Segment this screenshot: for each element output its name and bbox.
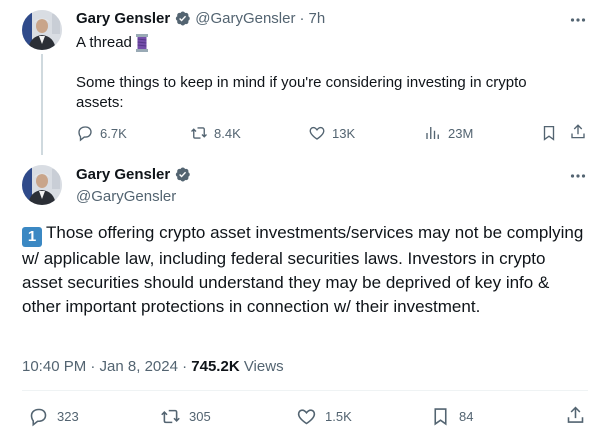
like-button[interactable]: 1.5K	[296, 406, 352, 427]
repost-icon	[191, 127, 207, 139]
bookmark-icon	[434, 408, 447, 426]
bookmark-count: 84	[459, 409, 474, 424]
views-label: Views	[243, 358, 284, 375]
share-icon	[571, 124, 585, 139]
author-handle[interactable]: @GaryGensler	[195, 10, 295, 27]
view-count: 745.2K	[191, 358, 240, 375]
keycap-one-emoji: 1	[22, 227, 42, 247]
verified-badge-icon	[174, 166, 191, 183]
reply-button[interactable]: 6.7K	[76, 124, 127, 142]
views-count: 23M	[448, 125, 474, 141]
tweet2-body: 1 Those offering crypto asset investments…	[22, 221, 588, 319]
reply-count: 323	[57, 409, 79, 424]
tweet2-text: Those offering crypto asset investments/…	[22, 223, 584, 316]
thread-connector-line	[41, 54, 43, 155]
avatar[interactable]	[22, 10, 62, 50]
like-count: 1.5K	[325, 409, 352, 424]
avatar[interactable]	[22, 165, 62, 205]
tweet1-line1-text: A thread	[76, 34, 132, 51]
bookmark-icon	[543, 125, 555, 141]
views-icon	[426, 127, 439, 139]
reply-icon	[30, 408, 47, 427]
repost-icon	[161, 409, 180, 424]
verified-badge-icon	[174, 10, 191, 27]
like-icon	[297, 409, 316, 425]
like-icon	[309, 126, 325, 140]
separator-dot: ·	[299, 10, 305, 27]
author-handle[interactable]: @GaryGensler	[76, 188, 176, 205]
reply-count: 6.7K	[100, 125, 127, 141]
tweet2-header: Gary Gensler	[76, 166, 191, 183]
reply-icon	[78, 126, 92, 142]
repost-count: 305	[189, 409, 211, 424]
author-name[interactable]: Gary Gensler	[76, 166, 170, 183]
more-icon[interactable]	[569, 11, 587, 34]
divider	[22, 390, 588, 391]
like-button[interactable]: 13K	[308, 124, 355, 142]
views-button[interactable]: 23M	[424, 124, 473, 142]
share-button[interactable]	[569, 123, 587, 141]
bookmark-button[interactable]: 84	[430, 406, 473, 427]
thread-spool-emoji	[135, 34, 148, 52]
repost-button[interactable]: 8.4K	[190, 124, 241, 142]
tweet1-line1: A thread	[76, 33, 148, 53]
reply-button[interactable]: 323	[28, 406, 79, 427]
more-icon[interactable]	[569, 167, 587, 190]
share-button[interactable]	[565, 405, 586, 426]
bookmark-button[interactable]	[540, 124, 558, 142]
share-icon	[567, 406, 584, 423]
tweet2-meta: 10:40 PM · Jan 8, 2024 · 745.2K Views	[22, 358, 284, 375]
like-count: 13K	[332, 125, 356, 141]
repost-count: 8.4K	[214, 125, 241, 141]
author-name[interactable]: Gary Gensler	[76, 10, 170, 27]
tweet1-header: Gary Gensler @GaryGensler · 7h	[76, 10, 325, 27]
timestamp[interactable]: 10:40 PM · Jan 8, 2024 ·	[22, 358, 187, 375]
repost-button[interactable]: 305	[160, 406, 211, 427]
tweet-time[interactable]: 7h	[308, 10, 325, 27]
tweet1-line2: Some things to keep in mind if you're co…	[76, 74, 527, 111]
